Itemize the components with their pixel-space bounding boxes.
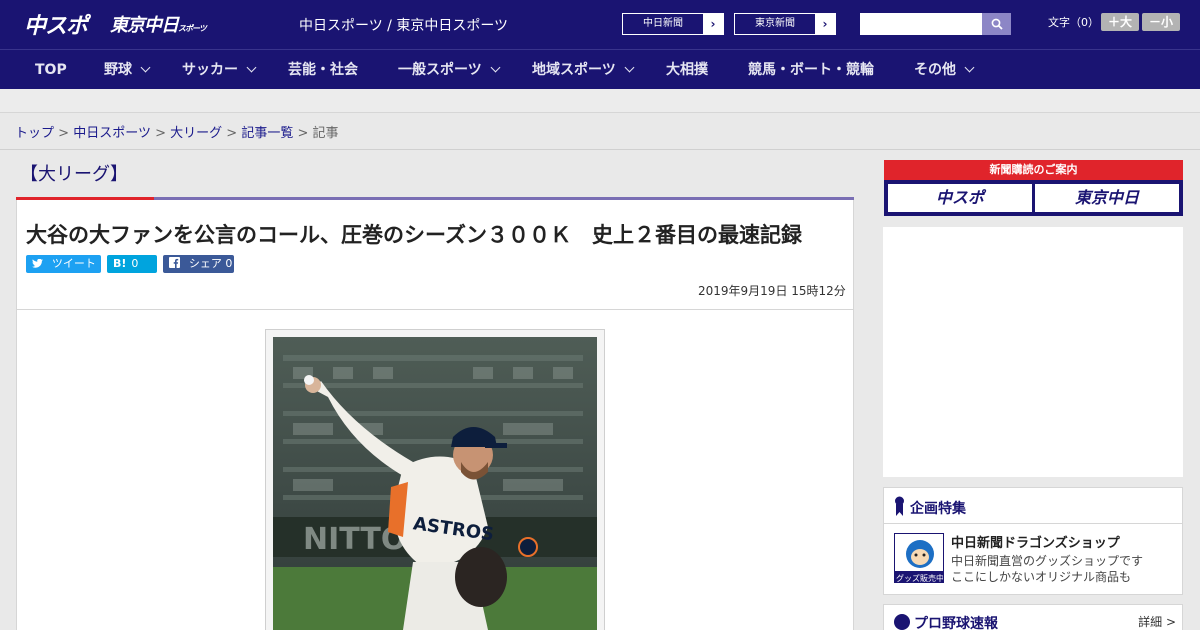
nav-item-soccer[interactable]: サッカー <box>182 50 257 90</box>
font-larger-button[interactable]: ＋大 <box>1101 13 1139 31</box>
category-title: 【大リーグ】 <box>20 164 128 185</box>
shop-thumbnail[interactable]: グッズ販売中 <box>894 533 944 583</box>
nav-label: 大相撲 <box>666 62 708 78</box>
subscription-tokyo-logo[interactable]: 東京中日 <box>1035 184 1179 212</box>
breadcrumb-divider <box>0 149 1200 150</box>
nav-item-entertainment[interactable]: 芸能・社会 <box>288 50 358 90</box>
font-smaller-button[interactable]: －小 <box>1142 13 1180 31</box>
nav-label: TOP <box>35 62 67 78</box>
nav-item-racing[interactable]: 競馬・ボート・競輪 <box>748 50 874 90</box>
tweet-label: ツイート <box>51 257 96 270</box>
tokyo-chunichi-logo[interactable]: 東京中日スポーツ <box>110 11 207 37</box>
nav-label: その他 <box>914 62 956 78</box>
feature-title: 企画特集 <box>910 501 966 517</box>
nav-label: 野球 <box>104 62 132 78</box>
breadcrumb-current: 記事 <box>312 126 339 141</box>
nav-label: 一般スポーツ <box>398 62 482 78</box>
chuspo-logo[interactable]: 中スポ <box>24 8 88 40</box>
scores-detail-link[interactable]: 詳細 > <box>1138 613 1176 630</box>
font-size-label: 文字（0） <box>1048 16 1099 29</box>
subscription-chuspo-logo[interactable]: 中スポ <box>888 184 1032 212</box>
tokyo-logo-text: 東京中日 <box>110 15 179 36</box>
ribbon-icon <box>895 496 904 516</box>
nav-label: 芸能・社会 <box>288 62 358 78</box>
nav-label: 競馬・ボート・競輪 <box>748 62 874 78</box>
advertisement-slot <box>883 227 1183 477</box>
pro-baseball-scores: プロ野球速報 詳細 > <box>883 604 1183 630</box>
article-date: 2019年9月19日 15時12分 <box>698 284 846 298</box>
twitter-icon <box>32 257 47 270</box>
hatena-icon: B! <box>113 257 127 270</box>
category-underline-accent <box>16 197 154 200</box>
facebook-share-count: 0 <box>225 257 233 270</box>
chevron-down-icon <box>624 62 635 73</box>
chunichi-shimbun-label: 中日新聞 <box>623 14 703 34</box>
nav-label: 地域スポーツ <box>532 62 616 78</box>
breadcrumb-separator: > <box>58 126 70 141</box>
nav-item-sumo[interactable]: 大相撲 <box>666 50 708 90</box>
shop-description: 中日新聞直営のグッズショップです ここにしかないオリジナル商品も <box>951 553 1143 585</box>
subscription-title: 新聞購読のご案内 <box>884 160 1183 180</box>
chevron-right-icon: › <box>822 17 828 31</box>
tokyo-shimbun-link[interactable]: 東京新聞 › <box>734 13 836 35</box>
breadcrumb-article-list[interactable]: 記事一覧 <box>241 126 293 141</box>
shop-desc-line: 中日新聞直営のグッズショップです <box>951 554 1144 568</box>
baseball-icon <box>894 614 910 630</box>
breadcrumb: トップ > 中日スポーツ > 大リーグ > 記事一覧 > 記事 <box>15 122 339 141</box>
tokyo-logo-suffix: スポーツ <box>178 24 207 33</box>
search-icon <box>991 18 1003 30</box>
search-input[interactable] <box>860 13 982 35</box>
pitcher-photo-illustration: NITTO ASTROS <box>273 337 597 630</box>
breadcrumb-mlb[interactable]: 大リーグ <box>170 126 222 141</box>
chevron-down-icon <box>140 62 151 73</box>
article-header-divider <box>16 309 854 310</box>
breadcrumb-separator: > <box>155 126 166 141</box>
facebook-share-button[interactable]: シェア 0 <box>163 255 234 273</box>
feature-section: 企画特集 グッズ販売中 中日新聞ドラゴンズショップ 中日新聞直営のグッズショップ… <box>883 487 1183 595</box>
facebook-icon <box>169 257 184 270</box>
chunichi-shimbun-link[interactable]: 中日新聞 › <box>622 13 724 35</box>
breadcrumb-chunichi-sports[interactable]: 中日スポーツ <box>73 126 151 141</box>
shop-desc-line: ここにしかないオリジナル商品も <box>951 570 1132 584</box>
mascot-icon: グッズ販売中 <box>895 534 944 583</box>
nav-label: サッカー <box>182 62 238 78</box>
tokyo-shimbun-label: 東京新聞 <box>735 14 815 34</box>
breadcrumb-top[interactable]: トップ <box>15 126 54 141</box>
tweet-button[interactable]: ツイート <box>26 255 101 273</box>
chevron-down-icon <box>964 62 975 73</box>
feature-header: 企画特集 <box>884 488 1182 524</box>
hatena-bookmark-button[interactable]: B! 0 <box>107 255 157 273</box>
shop-badge-label: グッズ販売中 <box>896 573 944 583</box>
facebook-share-label: シェア <box>188 257 222 270</box>
main-nav: TOP 野球 サッカー 芸能・社会 一般スポーツ 地域スポーツ 大相撲 競馬・ボ… <box>0 49 1200 89</box>
nav-item-local-sports[interactable]: 地域スポーツ <box>532 50 635 90</box>
chevron-down-icon <box>490 62 501 73</box>
scores-title: プロ野球速報 <box>914 616 998 630</box>
shop-name-link[interactable]: 中日新聞ドラゴンズショップ <box>951 532 1120 551</box>
nav-item-other[interactable]: その他 <box>914 50 975 90</box>
hatena-count: 0 <box>131 257 139 270</box>
nav-item-top[interactable]: TOP <box>35 50 67 90</box>
chevron-right-icon: › <box>710 17 716 31</box>
article-headline: 大谷の大ファンを公言のコール、圧巻のシーズン３００Ｋ 史上２番目の最速記録 <box>26 223 802 247</box>
sub-nav-band <box>0 89 1200 113</box>
nav-item-general-sports[interactable]: 一般スポーツ <box>398 50 501 90</box>
nav-item-baseball[interactable]: 野球 <box>104 50 151 90</box>
subscription-banner[interactable]: 新聞購読のご案内 中スポ 東京中日 <box>884 160 1183 216</box>
chevron-down-icon <box>246 62 257 73</box>
search-button[interactable] <box>982 13 1011 35</box>
article-photo[interactable]: NITTO ASTROS <box>273 337 597 630</box>
breadcrumb-separator: > <box>226 126 238 141</box>
site-names: 中日スポーツ / 東京中日スポーツ <box>299 18 509 34</box>
breadcrumb-separator: > <box>297 126 309 141</box>
top-header: 中スポ 東京中日スポーツ 中日スポーツ / 東京中日スポーツ 中日新聞 › 東京… <box>0 0 1200 49</box>
category-underline <box>154 197 854 200</box>
